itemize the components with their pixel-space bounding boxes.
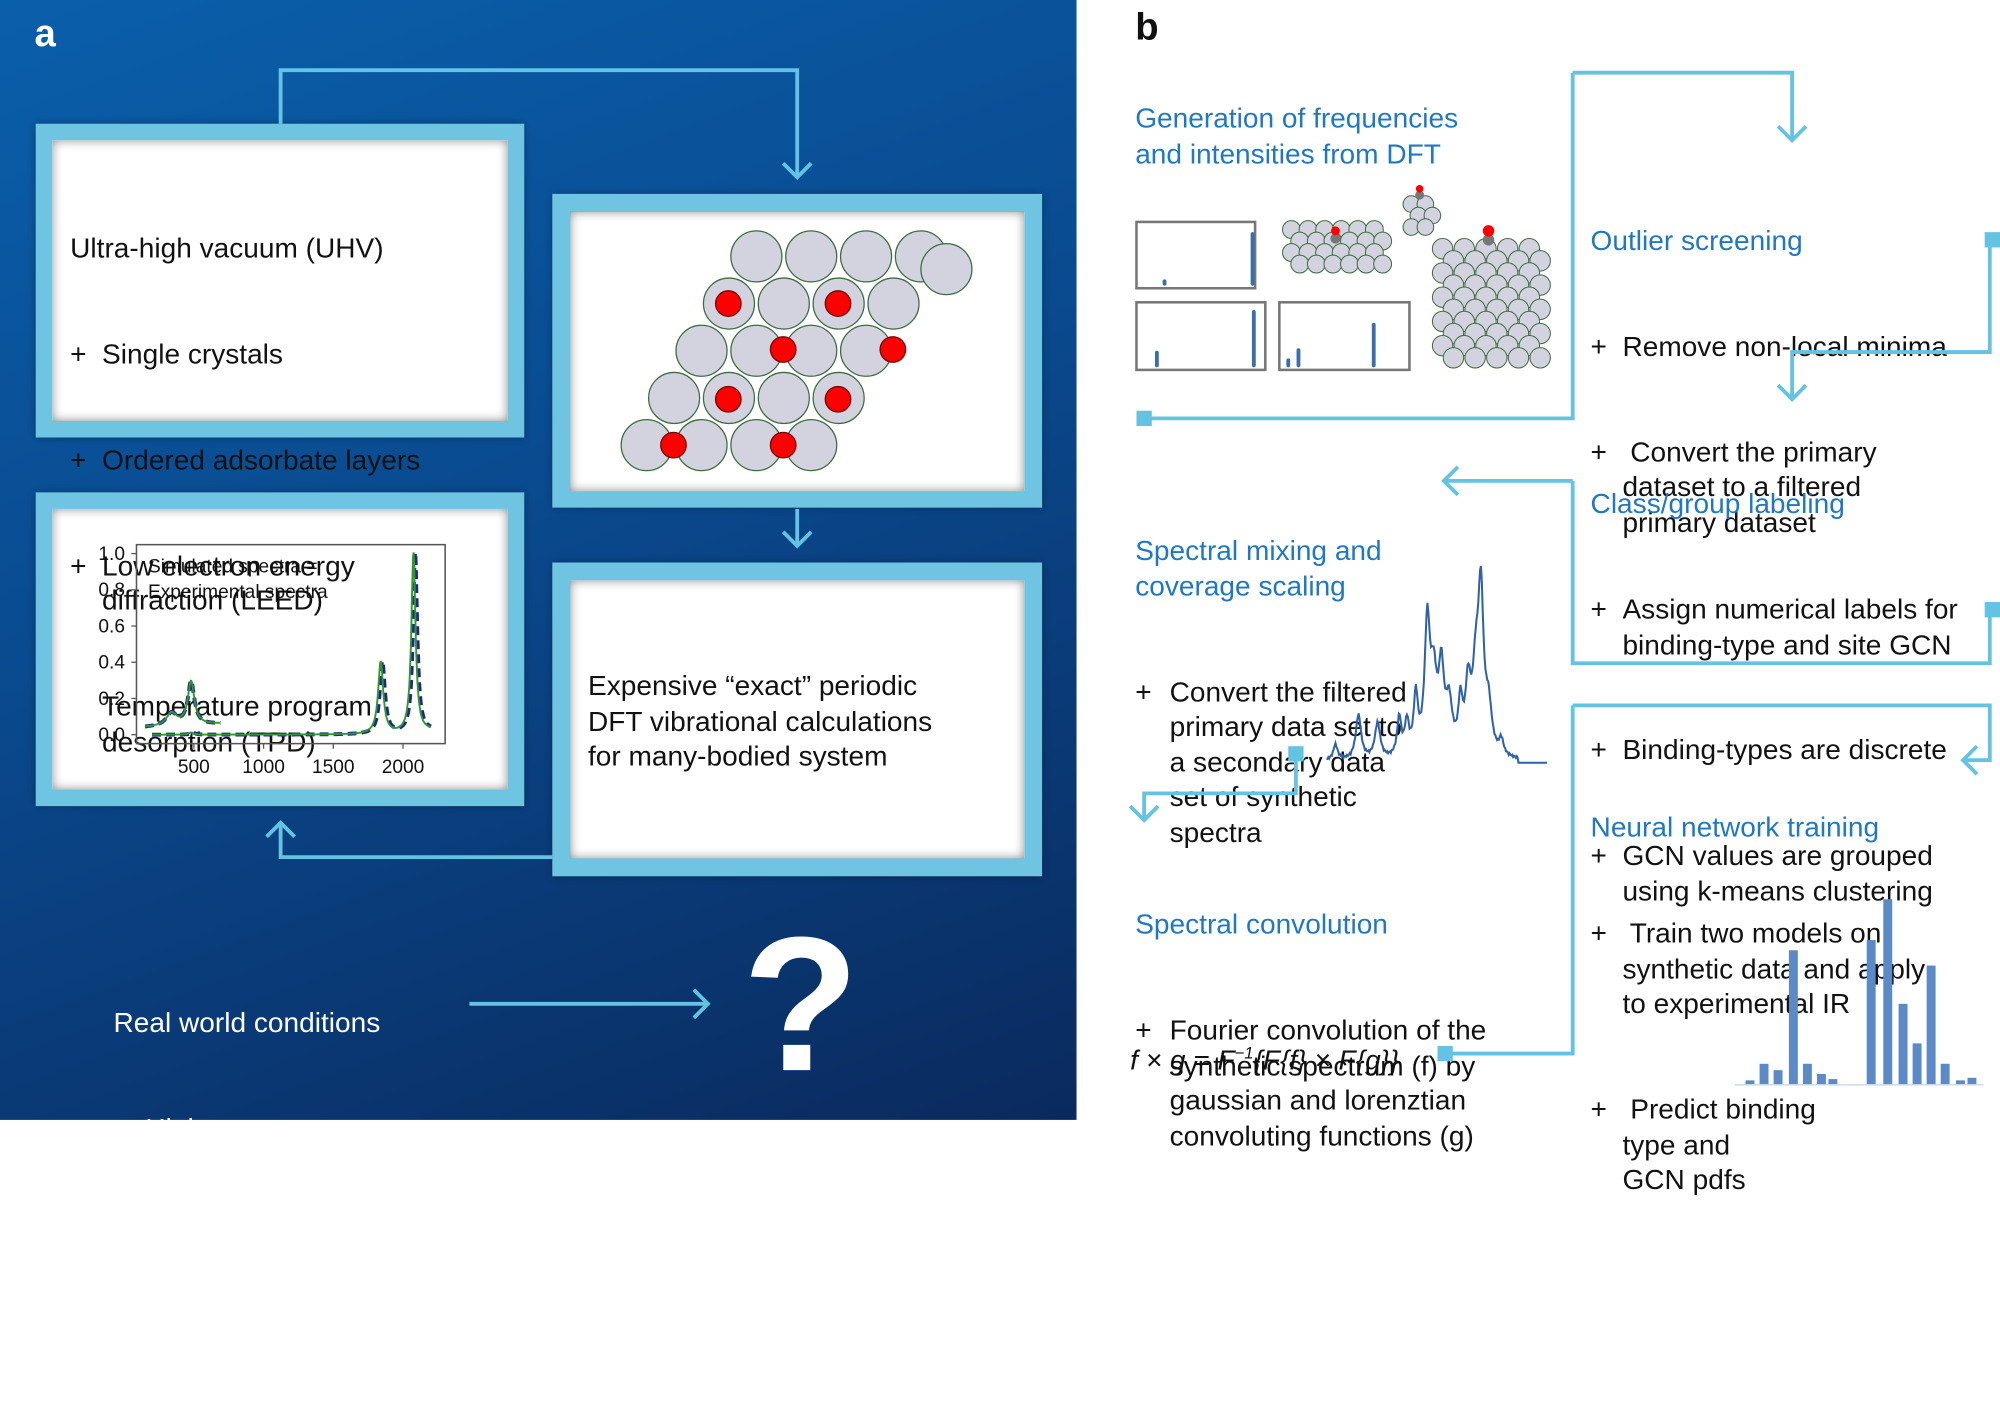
histogram-bar (1967, 1077, 1977, 1085)
x-tick-label: 500 (178, 757, 210, 778)
connector-line (1142, 753, 1298, 819)
surface-lattice (620, 230, 973, 472)
mini-spectrum-bar (1154, 350, 1159, 368)
adsorbate-atom (714, 385, 742, 413)
connector-square-icon (1984, 602, 2000, 618)
experimental-curve (152, 552, 432, 737)
metal-atom (757, 371, 810, 425)
y-tick-label: 0.2 (98, 689, 125, 710)
simulated-curve (152, 552, 432, 736)
mini-spectrum-box (1135, 220, 1257, 290)
dft-structures (1135, 184, 1551, 372)
cluster-atom (1486, 347, 1508, 369)
metal-atom (730, 230, 783, 283)
plot-annotation-line2: Experimental spectra (148, 582, 328, 603)
adsorbate-atom (1482, 225, 1495, 237)
connector-line (1572, 70, 1795, 140)
adsorbate-atom (824, 385, 852, 413)
x-tick-label: 1000 (242, 757, 285, 778)
mini-spectrum-bar (1286, 358, 1291, 368)
y-tick-label: 0.0 (98, 725, 125, 746)
histogram-bar (1955, 1080, 1965, 1085)
cluster-atom (1356, 254, 1376, 274)
cluster-atom (1507, 347, 1530, 369)
connector-line (1570, 480, 1992, 666)
plot-annotation-line1: Simulated spectra = (148, 557, 318, 578)
mini-spectrum-bar (1250, 232, 1255, 286)
cluster-atom (1340, 254, 1359, 274)
histogram-bar (1828, 1079, 1838, 1085)
real-world-item-text: Complex surfaces (145, 1217, 370, 1250)
y-tick-label: 0.6 (98, 616, 125, 637)
synthetic-spectrum (1326, 565, 1548, 764)
cluster-atom (1290, 254, 1310, 274)
histogram-bar (1745, 1080, 1755, 1085)
spectra-plot: Simulated spectra = Experimental spectra… (98, 543, 446, 778)
adsorbate-atom (714, 290, 742, 317)
mini-spectrum-bar (1251, 309, 1256, 368)
connectors (265, 68, 2000, 1062)
real-world-item: + Complex surfaces (114, 1217, 381, 1252)
cluster-atom (1464, 347, 1486, 369)
x-tick-label: 2000 (382, 757, 425, 778)
cluster-atom (1306, 254, 1326, 274)
metal-atom (785, 230, 838, 283)
histogram-bar (1773, 1070, 1783, 1085)
histogram-bar (1940, 1063, 1950, 1085)
real-world-item-text: Variable coverage (145, 1323, 370, 1356)
connector-line (278, 68, 800, 177)
experimental-curve (145, 678, 221, 729)
y-tick-label: 0.8 (98, 580, 125, 601)
cluster-atom (1442, 347, 1465, 369)
metal-atom (675, 324, 728, 377)
metal-atom (647, 371, 701, 425)
spectrum-line (1326, 565, 1548, 764)
histogram-bar (1926, 965, 1936, 1085)
histogram-bar (1759, 1063, 1769, 1085)
real-world-item: + Variable coverage (114, 1322, 381, 1357)
mini-spectrum-bar (1296, 348, 1301, 368)
histogram-bar (1788, 950, 1798, 1085)
connector-line (1572, 703, 1992, 763)
connector-line (278, 823, 553, 860)
metal-atom (757, 277, 810, 330)
simulated-curve (145, 679, 221, 728)
connector-square-icon (1437, 1045, 1453, 1062)
connector-line (1790, 239, 1992, 398)
adsorbate-atom (769, 336, 797, 363)
adsorbate-atom (660, 431, 687, 459)
histogram-bar (1898, 1003, 1908, 1085)
cluster-atom (1323, 254, 1343, 274)
diagram-graphics: Simulated spectra = Experimental spectra… (98, 68, 2000, 1086)
gcn-histogram (1734, 899, 1984, 1086)
adsorbate-atom (824, 290, 852, 317)
adsorbate-atom (1330, 226, 1340, 236)
adsorbate-atom (769, 431, 797, 459)
metal-atom (920, 242, 973, 296)
y-tick-label: 0.4 (98, 653, 125, 674)
cluster-atom (1373, 254, 1393, 274)
plus-icon: + (113, 1217, 130, 1250)
x-tick-label: 1500 (312, 757, 355, 778)
connector-line (1445, 705, 1575, 1056)
histogram-bar (1816, 1073, 1826, 1085)
cluster-atom (1416, 218, 1435, 236)
histogram-bar (1883, 899, 1893, 1085)
metal-atom (839, 230, 893, 283)
figure: a b Ultra-high vacuum (UHV) + Single crys… (0, 0, 2000, 1355)
metal-atom (867, 277, 920, 330)
adsorbate-atom (1415, 184, 1424, 193)
y-tick-label: 1.0 (98, 544, 125, 565)
histogram-bar (1912, 1043, 1922, 1085)
cluster-atom (1529, 347, 1551, 369)
connector-square-icon (1984, 232, 2000, 248)
adsorbate-atom (879, 336, 907, 363)
histogram-bar (1802, 1063, 1812, 1085)
plus-icon: + (113, 1323, 130, 1356)
mini-spectrum-bar (1162, 279, 1167, 286)
connector-square-icon (1136, 410, 1152, 427)
connector-square-icon (1288, 746, 1304, 762)
mini-spectrum-bar (1371, 322, 1376, 368)
histogram-bar (1866, 940, 1876, 1085)
